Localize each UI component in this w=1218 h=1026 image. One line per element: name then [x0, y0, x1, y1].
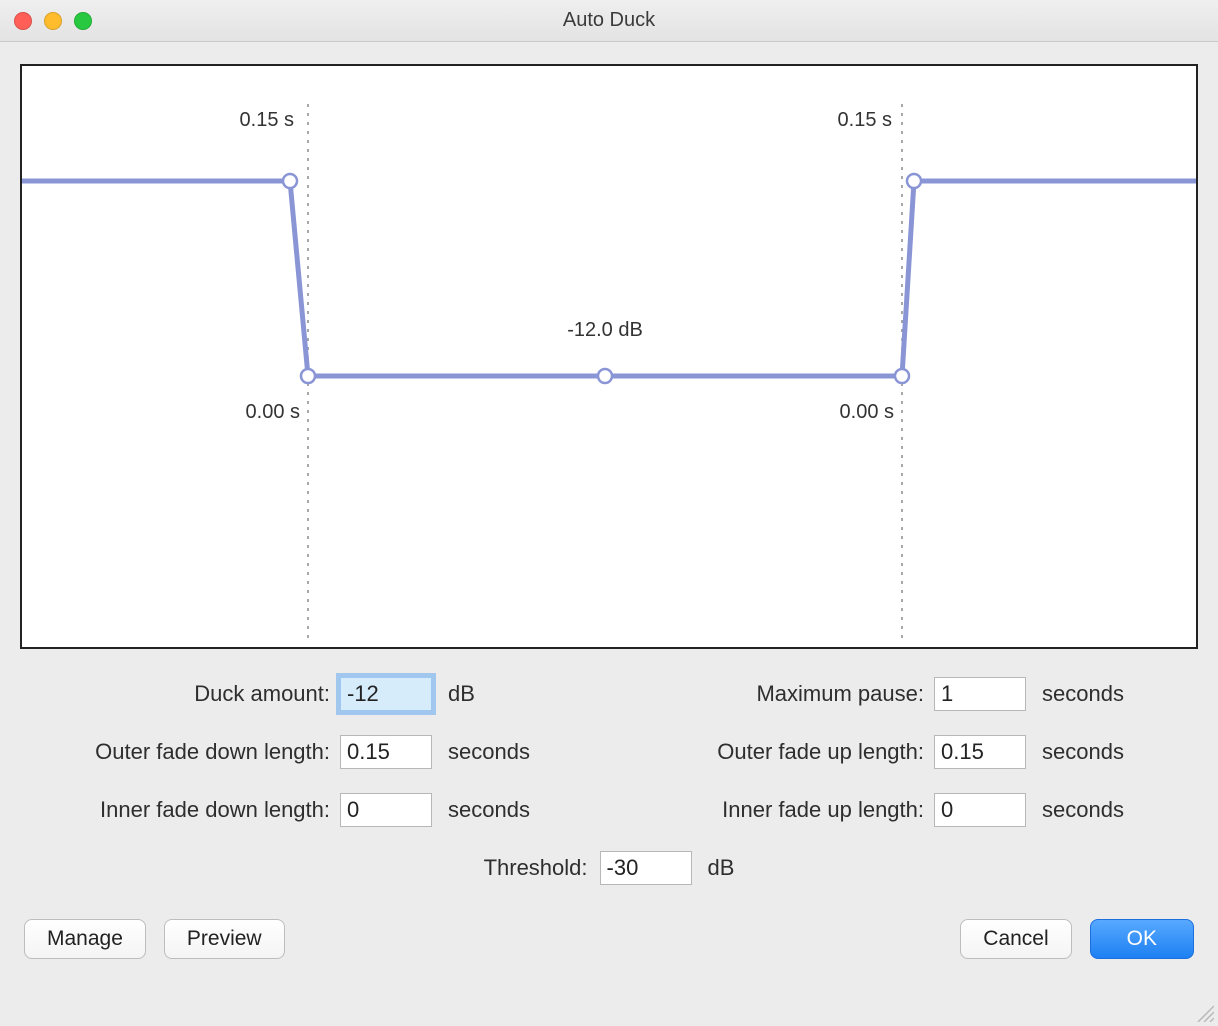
cancel-button[interactable]: Cancel — [960, 919, 1071, 959]
fade-down-label: 0.15 s — [240, 109, 294, 131]
inner-fade-up-input[interactable] — [934, 793, 1026, 827]
duck-db-label: -12.0 dB — [567, 319, 643, 341]
outer-fade-up-label: Outer fade up length: — [614, 739, 934, 765]
inner-fade-down-input[interactable] — [340, 793, 432, 827]
duck-amount-input[interactable] — [340, 677, 432, 711]
inner-fade-down-field: Inner fade down length: seconds — [20, 793, 604, 827]
close-icon[interactable] — [14, 12, 32, 30]
envelope-line — [22, 181, 1196, 376]
titlebar: Auto Duck — [0, 0, 1218, 42]
outer-fade-down-label: Outer fade down length: — [20, 739, 340, 765]
max-pause-unit: seconds — [1026, 681, 1124, 707]
envelope-graph[interactable]: 0.15 s 0.15 s -12.0 dB 0.00 s 0.00 s — [20, 64, 1198, 649]
button-row: Manage Preview Cancel OK — [0, 919, 1218, 981]
resize-grip-icon[interactable] — [1194, 1002, 1214, 1022]
preview-button[interactable]: Preview — [164, 919, 285, 959]
outer-fade-up-input[interactable] — [934, 735, 1026, 769]
inner-up-label: 0.00 s — [840, 401, 894, 423]
inner-fade-up-unit: seconds — [1026, 797, 1124, 823]
fade-up-label: 0.15 s — [838, 109, 892, 131]
duck-amount-field: Duck amount: dB — [20, 677, 604, 711]
outer-fade-down-unit: seconds — [432, 739, 530, 765]
parameter-form: Duck amount: dB Maximum pause: seconds O… — [20, 677, 1198, 885]
zoom-icon[interactable] — [74, 12, 92, 30]
minimize-icon[interactable] — [44, 12, 62, 30]
outer-fade-down-field: Outer fade down length: seconds — [20, 735, 604, 769]
duck-amount-handle[interactable] — [598, 369, 612, 383]
threshold-unit: dB — [692, 855, 735, 881]
manage-button[interactable]: Manage — [24, 919, 146, 959]
window-controls — [14, 12, 92, 30]
outer-fade-down-input[interactable] — [340, 735, 432, 769]
max-pause-input[interactable] — [934, 677, 1026, 711]
outer-fade-up-field: Outer fade up length: seconds — [614, 735, 1198, 769]
inner-fade-down-label: Inner fade down length: — [20, 797, 340, 823]
inner-fade-up-handle[interactable] — [895, 369, 909, 383]
threshold-input[interactable] — [600, 851, 692, 885]
duck-amount-label: Duck amount: — [20, 681, 340, 707]
inner-fade-down-handle[interactable] — [301, 369, 315, 383]
duck-amount-unit: dB — [432, 681, 475, 707]
outer-fade-up-handle[interactable] — [907, 174, 921, 188]
outer-fade-down-handle[interactable] — [283, 174, 297, 188]
inner-fade-up-field: Inner fade up length: seconds — [614, 793, 1198, 827]
max-pause-field: Maximum pause: seconds — [614, 677, 1198, 711]
max-pause-label: Maximum pause: — [614, 681, 934, 707]
inner-down-label: 0.00 s — [246, 401, 300, 423]
outer-fade-up-unit: seconds — [1026, 739, 1124, 765]
threshold-label: Threshold: — [484, 855, 600, 881]
window-title: Auto Duck — [563, 9, 655, 32]
inner-fade-up-label: Inner fade up length: — [614, 797, 934, 823]
threshold-field: Threshold: dB — [20, 851, 1198, 885]
ok-button[interactable]: OK — [1090, 919, 1194, 959]
inner-fade-down-unit: seconds — [432, 797, 530, 823]
